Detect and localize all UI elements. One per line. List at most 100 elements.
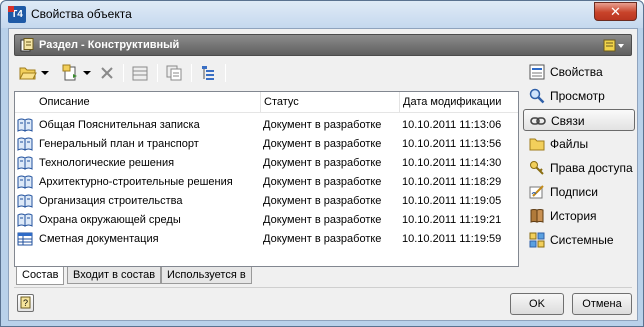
- column-header-description[interactable]: Описание: [39, 96, 90, 108]
- key-icon: [529, 160, 545, 176]
- side-item-3[interactable]: Файлы: [523, 133, 635, 155]
- magnifier-icon: [529, 88, 545, 104]
- section-folder-icon: [20, 38, 34, 52]
- section-header: Раздел - Конструктивный: [14, 34, 632, 56]
- book-icon: [17, 156, 33, 170]
- delete-button[interactable]: [97, 63, 117, 83]
- toolbar: [15, 61, 518, 85]
- table-row[interactable]: Охрана окружающей среды Документ в разраб…: [15, 211, 518, 230]
- row-modified-date: 10.10.2011 11:19:59: [402, 233, 502, 245]
- table-row[interactable]: Общая Пояснительная записка Документ в ра…: [15, 116, 518, 135]
- book-icon: [17, 175, 33, 189]
- table-row[interactable]: Сметная документация Документ в разработк…: [15, 230, 518, 249]
- row-description: Генеральный план и транспорт: [39, 138, 199, 150]
- book-icon: [17, 194, 33, 208]
- documents-list: Описание Статус Дата модификации Общая П…: [14, 91, 519, 267]
- side-item-label: Файлы: [550, 137, 589, 151]
- hierarchy-icon: [202, 66, 214, 80]
- open-folder-dropdown[interactable]: [39, 63, 51, 83]
- app-logo-icon: T4: [8, 6, 26, 23]
- side-item-label: Подписи: [550, 185, 598, 199]
- column-divider[interactable]: [260, 92, 261, 112]
- toolbar-separator: [191, 64, 192, 82]
- svg-text:?: ?: [23, 298, 28, 308]
- toolbar-separator: [225, 64, 226, 82]
- dialog-body: Раздел - Конструктивный Описание Статус …: [8, 28, 638, 321]
- window-title: Свойства объекта: [31, 7, 132, 21]
- folder-open-icon: [19, 67, 37, 80]
- side-item-label: Свойства: [550, 65, 603, 79]
- side-item-6[interactable]: История: [523, 205, 635, 227]
- signature-icon: [529, 184, 545, 200]
- side-item-7[interactable]: Системные: [523, 229, 635, 251]
- row-modified-date: 10.10.2011 11:14:30: [402, 157, 502, 169]
- new-document-icon: [62, 64, 77, 81]
- dropdown-arrow-icon: [83, 70, 91, 75]
- help-button[interactable]: ?: [17, 294, 34, 312]
- row-description: Организация строительства: [39, 195, 183, 207]
- history-icon: [529, 208, 545, 224]
- row-status: Документ в разработке: [263, 119, 382, 131]
- hierarchy-button[interactable]: [197, 63, 219, 83]
- side-item-label: Просмотр: [550, 89, 605, 103]
- spreadsheet-icon: [17, 232, 33, 246]
- open-folder-button[interactable]: [17, 63, 39, 83]
- title-bar[interactable]: T4 Свойства объекта ✕: [1, 1, 643, 28]
- side-item-1[interactable]: Просмотр: [523, 85, 635, 107]
- column-header-status[interactable]: Статус: [264, 96, 299, 108]
- table-view-button[interactable]: [129, 63, 151, 83]
- side-item-label: Системные: [550, 233, 614, 247]
- tab-used-in[interactable]: Используется в: [161, 267, 252, 284]
- list-header: Описание Статус Дата модификации: [15, 92, 518, 113]
- copy-button[interactable]: [163, 63, 185, 83]
- system-icon: [529, 232, 545, 248]
- ok-button[interactable]: OK: [510, 293, 564, 315]
- row-status: Документ в разработке: [263, 176, 382, 188]
- side-item-5[interactable]: Подписи: [523, 181, 635, 203]
- column-header-modified-date[interactable]: Дата модификации: [403, 96, 501, 108]
- table-row[interactable]: Технологические решения Документ в разраб…: [15, 154, 518, 173]
- new-document-dropdown[interactable]: [81, 63, 93, 83]
- row-modified-date: 10.10.2011 11:19:21: [402, 214, 502, 226]
- side-item-2[interactable]: Связи: [523, 109, 635, 131]
- toolbar-separator: [157, 64, 158, 82]
- properties-icon: [529, 64, 545, 80]
- table-icon: [132, 66, 148, 80]
- row-description: Сметная документация: [39, 233, 159, 245]
- tab-composition[interactable]: Состав: [16, 267, 65, 285]
- row-modified-date: 10.10.2011 11:13:56: [402, 138, 502, 150]
- row-status: Документ в разработке: [263, 214, 382, 226]
- table-row[interactable]: Генеральный план и транспорт Документ в р…: [15, 135, 518, 154]
- toolbar-separator: [123, 64, 124, 82]
- files-icon: [529, 136, 545, 152]
- side-item-4[interactable]: Права доступа: [523, 157, 635, 179]
- section-menu-icon[interactable]: [601, 38, 627, 53]
- row-description: Общая Пояснительная записка: [39, 119, 200, 131]
- close-button[interactable]: ✕: [594, 2, 637, 21]
- row-status: Документ в разработке: [263, 138, 382, 150]
- link-icon: [530, 113, 546, 129]
- table-row[interactable]: Организация строительства Документ в разр…: [15, 192, 518, 211]
- side-item-0[interactable]: Свойства: [523, 61, 635, 83]
- row-status: Документ в разработке: [263, 157, 382, 169]
- side-item-label: Связи: [551, 114, 585, 128]
- book-icon: [17, 118, 33, 132]
- properties-window: T4 Свойства объекта ✕ Раздел - Конструкт…: [0, 0, 644, 327]
- side-item-label: Права доступа: [550, 161, 633, 175]
- row-description: Охрана окружающей среды: [39, 214, 181, 226]
- row-description: Архитектурно-строительные решения: [39, 176, 233, 188]
- table-row[interactable]: Архитектурно-строительные решения Докумен…: [15, 173, 518, 192]
- row-status: Документ в разработке: [263, 195, 382, 207]
- row-modified-date: 10.10.2011 11:18:29: [402, 176, 502, 188]
- copy-icon: [166, 65, 182, 81]
- dropdown-arrow-icon: [41, 70, 49, 75]
- new-document-button[interactable]: [59, 63, 81, 83]
- tab-part-of[interactable]: Входит в состав: [67, 267, 162, 284]
- cancel-button[interactable]: Отмена: [572, 293, 632, 315]
- book-icon: [17, 213, 33, 227]
- row-status: Документ в разработке: [263, 233, 382, 245]
- row-modified-date: 10.10.2011 11:19:05: [402, 195, 502, 207]
- help-icon: ?: [20, 296, 31, 309]
- column-divider[interactable]: [399, 92, 400, 112]
- bottom-tabs: Состав Входит в состав Используется в: [14, 267, 519, 285]
